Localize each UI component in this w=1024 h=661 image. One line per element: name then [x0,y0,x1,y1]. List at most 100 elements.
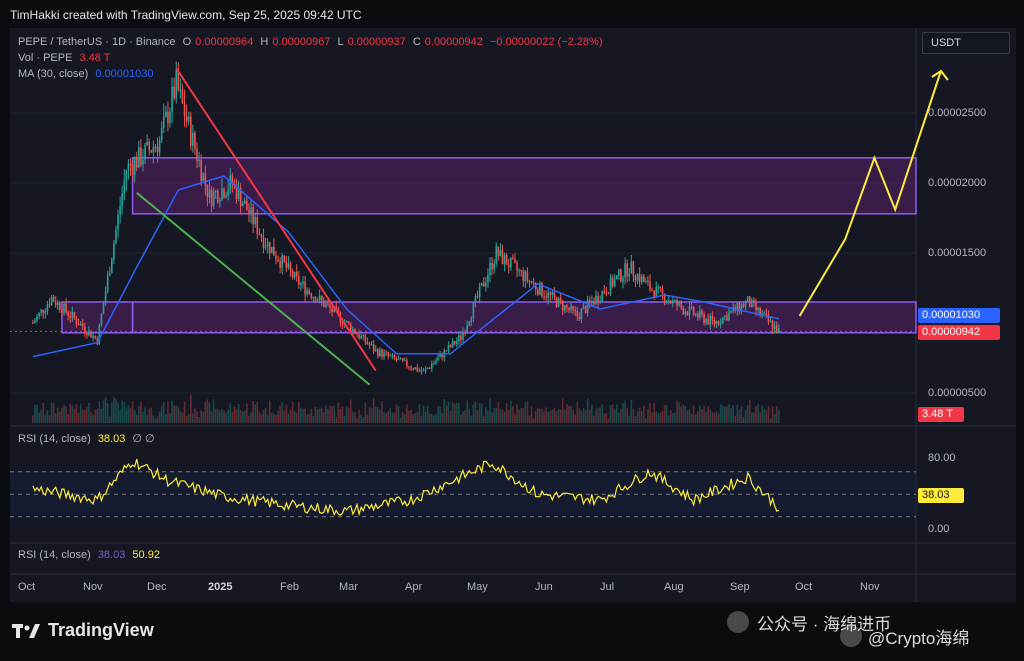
candle-body [665,301,668,303]
candle-body [659,286,662,289]
candle-body [287,263,290,268]
candle-body [609,277,612,294]
volume-bar [420,416,423,423]
volume-bar [778,410,780,423]
volume-bar [198,417,200,423]
candle-body [470,318,473,323]
candle-body [327,303,329,305]
chart-svg[interactable] [10,28,1016,602]
candle-body [252,207,254,225]
candle-body [266,241,269,247]
candle-body [591,301,593,303]
volume-bar [202,411,205,423]
volume-bar [258,412,261,423]
volume-bar [505,403,508,423]
candle-body [75,318,78,324]
x-tick-apr: Apr [405,581,423,593]
x-tick-aug: Aug [664,581,684,593]
volume-bar [295,413,298,423]
candle-body [485,282,487,287]
candle-body [185,116,188,122]
candle-body [453,341,456,345]
volume-bar [185,416,188,423]
volume-bar [81,409,84,423]
volume-bar [530,406,533,423]
rsi2-label[interactable]: RSI (14, close) [18,549,91,561]
candle-body [480,282,483,286]
footer: TradingView 公众号 · 海绵进币 @Crypto海绵 [0,604,1024,661]
candle-body [331,308,333,313]
volume-bar [131,401,134,423]
candle-body [395,358,398,361]
candle-body [455,341,458,345]
candle-body [501,249,504,264]
candle-body [568,307,570,311]
volume-bar [347,407,350,423]
volume-bar [694,414,697,423]
ma-label[interactable]: MA (30, close) [18,68,88,80]
volume-label[interactable]: Vol · PEPE [18,52,72,64]
candle-body [167,111,169,124]
candle-body [624,263,626,278]
volume-bar [183,401,186,423]
volume-bar [447,401,450,423]
candle-body [144,145,146,160]
candle-body [497,246,500,257]
volume-bar [127,405,130,423]
volume-bar [709,409,712,423]
candle-body [362,334,365,336]
candle-body [310,293,313,299]
volume-bar [734,415,737,423]
volume-bar [177,407,180,423]
volume-bar [769,418,772,423]
candle-body [676,299,678,306]
candle-body [156,146,159,153]
volume-bar [601,404,604,423]
candle-body [634,276,637,281]
volume-bar [358,409,360,423]
candle-body [316,300,319,303]
candle-body [493,263,495,270]
volume-bar [111,402,113,423]
volume-bar [102,400,105,423]
volume-bar [129,408,132,423]
candle-body [399,358,402,360]
low-value: 0.00000937 [347,36,406,48]
credit-text: TimHakki created with TradingView.com, S… [10,8,362,22]
candle-body [746,296,749,302]
tradingview-logo[interactable]: TradingView [12,620,154,641]
candle-body [599,300,601,303]
volume-bar [123,401,126,423]
candle-body [472,302,475,319]
candle-body [275,255,277,260]
candle-body [40,309,42,313]
volume-bar [485,406,487,423]
candle-body [248,210,250,215]
volume-bar [636,411,639,423]
candle-body [680,302,682,308]
candle-body [154,146,157,148]
volume-bar [740,406,743,423]
volume-bar [335,416,338,423]
currency-selector[interactable]: USDT [922,32,1010,54]
volume-bar [63,404,65,423]
volume-bar [36,404,38,423]
open-value: 0.00000964 [195,36,254,48]
volume-price-tag: 3.48 T [918,407,964,422]
candle-body [426,367,429,369]
candle-body [133,158,136,175]
volume-bar [196,411,198,423]
candle-body [507,265,510,268]
rsi-extra: ∅ ∅ [132,433,155,445]
volume-bar [316,409,319,423]
chart-area[interactable]: PEPE / TetherUS · 1D · Binance O 0.000009… [10,28,1016,602]
volume-bar [115,399,117,423]
symbol-label[interactable]: PEPE / TetherUS · 1D · Binance [18,36,176,48]
volume-bar [593,415,595,423]
volume-bar [65,406,67,423]
volume-bar [578,408,581,423]
rsi-label[interactable]: RSI (14, close) [18,433,91,445]
candle-body [458,335,460,342]
tradingview-logo-icon [12,622,40,640]
volume-bar [591,404,593,423]
